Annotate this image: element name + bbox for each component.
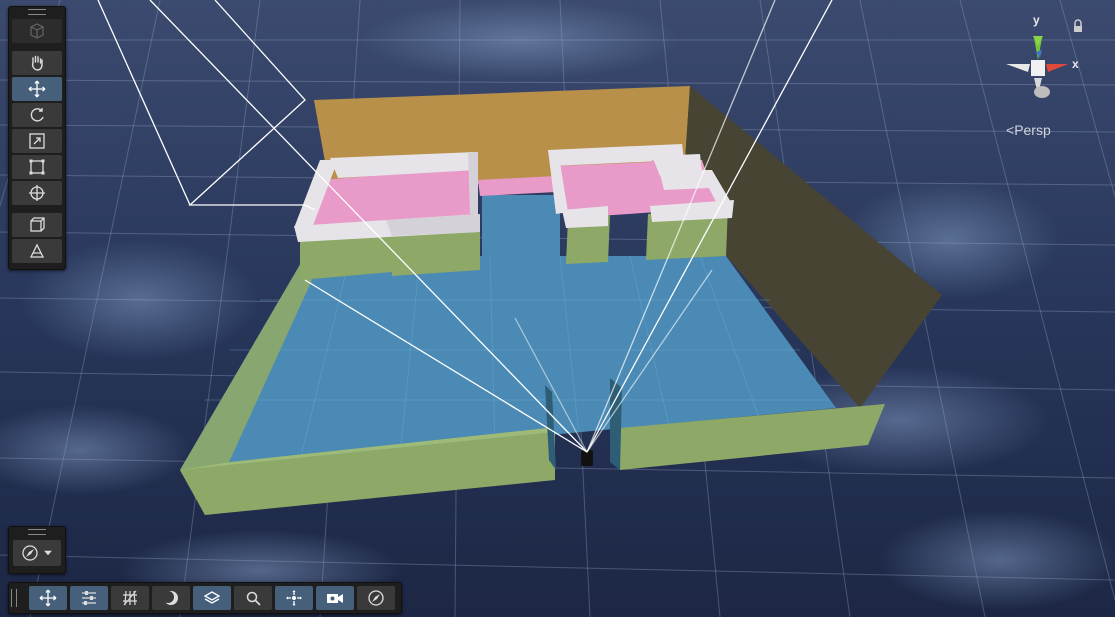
scene-view[interactable]: [0, 0, 1115, 617]
box-tool-icon: [30, 217, 45, 232]
rect-icon: [29, 159, 45, 175]
compass-icon: [368, 590, 384, 606]
move-tool-button[interactable]: [12, 77, 62, 101]
tools-overlay: [8, 6, 66, 270]
scene-viewport[interactable]: y x <Persp: [0, 0, 1115, 617]
projection-arrow-icon: <: [1006, 122, 1015, 138]
move-icon: [28, 80, 46, 98]
camera-overlay-button[interactable]: [316, 586, 354, 610]
hand-icon: [31, 55, 43, 71]
tools-drag-handle[interactable]: [9, 7, 65, 17]
camera-tool-icon: [29, 243, 45, 258]
search-icon: [246, 591, 261, 606]
compass-overlay-button[interactable]: [357, 586, 395, 610]
camera-icon: [327, 594, 343, 603]
rotate-icon: [30, 108, 44, 122]
room-left: [294, 152, 480, 280]
grid-overlay-button[interactable]: [111, 586, 149, 610]
grid-icon: [123, 590, 137, 606]
projection-toggle[interactable]: <Persp: [1006, 122, 1051, 138]
rect-tool-button[interactable]: [12, 155, 62, 179]
lighting-overlay-button[interactable]: [152, 586, 190, 610]
transform-icon: [29, 185, 45, 201]
corridor-floor: [482, 195, 560, 258]
scale-tool-button[interactable]: [12, 129, 62, 153]
camera-tool-button[interactable]: [12, 239, 62, 263]
layers-overlay-button[interactable]: [193, 586, 231, 610]
navigation-overlay-button[interactable]: [275, 586, 313, 610]
overlay-toolbar: [8, 582, 402, 614]
projection-label: Persp: [1014, 122, 1051, 138]
player-object: [581, 450, 593, 466]
cube-icon: [30, 23, 44, 39]
search-overlay-button[interactable]: [234, 586, 272, 610]
orientation-dropdown[interactable]: [13, 540, 61, 566]
rotate-tool-button[interactable]: [12, 103, 62, 127]
toolbar-drag-handle[interactable]: [9, 587, 19, 609]
view-tool-button[interactable]: [12, 51, 62, 75]
compass-icon: [22, 545, 38, 561]
sliders-icon: [82, 591, 96, 605]
move-overlay-button[interactable]: [29, 586, 67, 610]
move-icon: [39, 589, 57, 607]
axis-y-label: y: [1033, 13, 1040, 27]
moon-icon: [162, 591, 178, 605]
nav-icon: [286, 590, 302, 606]
transform-tool-button[interactable]: [12, 181, 62, 205]
axis-x-label: x: [1072, 57, 1079, 71]
chevron-down-icon: [44, 550, 52, 556]
scale-icon: [29, 133, 45, 149]
view-options-button[interactable]: [12, 19, 62, 43]
custom-tool-button[interactable]: [12, 213, 62, 237]
inspector-overlay-button[interactable]: [70, 586, 108, 610]
orientation-overlay: [8, 526, 66, 574]
orientation-drag-handle[interactable]: [9, 527, 65, 537]
layers-icon: [203, 591, 221, 604]
